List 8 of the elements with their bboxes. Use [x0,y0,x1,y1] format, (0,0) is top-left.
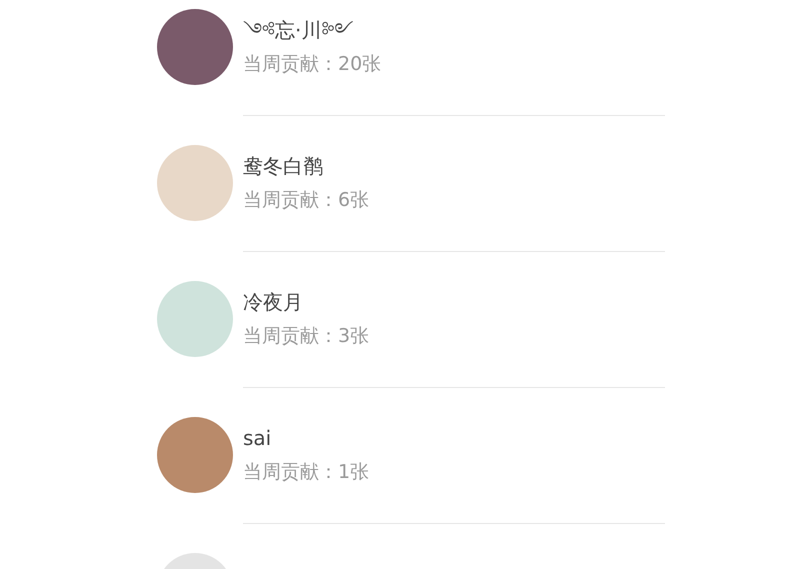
user-name: ༺忘·川༻ [243,18,354,42]
user-name: 冷夜月 [243,290,304,314]
user-name: sai [243,426,272,450]
weekly-contribution: 当周贡献：3张 [243,324,370,348]
weekly-contribution: 当周贡献：1张 [243,460,370,484]
weekly-contribution: 当周贡献：20张 [243,52,382,76]
weekly-contribution: 当周贡献：6张 [243,188,370,212]
user-name: 鸯冬白鹡 [243,154,324,178]
